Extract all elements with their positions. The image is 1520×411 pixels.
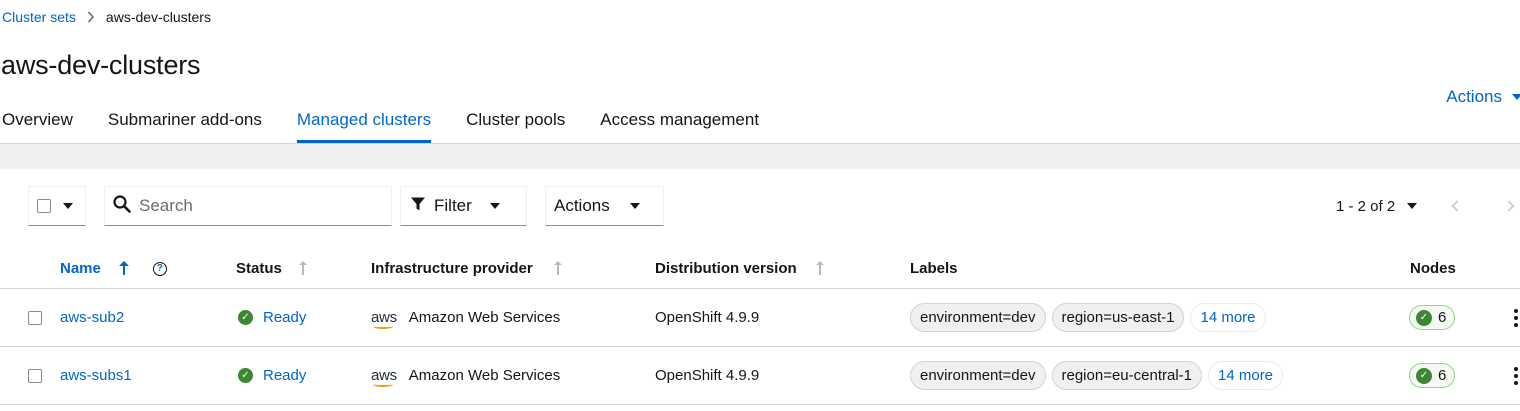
caret-down-icon[interactable]: [1407, 203, 1418, 209]
aws-logo-icon: aws: [371, 309, 397, 329]
cluster-name-link[interactable]: aws-subs1: [60, 367, 132, 384]
sort-icon: [298, 260, 308, 277]
more-labels-button[interactable]: 14 more: [1208, 361, 1284, 390]
aws-logo-icon: aws: [371, 367, 397, 387]
tab-access-management[interactable]: Access management: [600, 100, 759, 144]
header-actions-dropdown[interactable]: Actions: [1446, 87, 1520, 107]
column-distribution-version[interactable]: Distribution version: [655, 260, 825, 277]
select-all-checkbox[interactable]: [37, 199, 51, 213]
cluster-name-link[interactable]: aws-sub2: [60, 309, 124, 326]
section-divider: [0, 143, 1520, 169]
table-row: aws-subs1 ✓ Ready aws Amazon Web Service…: [0, 347, 1520, 405]
check-circle-icon: ✓: [238, 310, 253, 325]
column-nodes: Nodes: [1410, 260, 1456, 277]
kebab-icon[interactable]: [1514, 308, 1518, 327]
nodes-count: 6: [1438, 367, 1447, 384]
tab-submariner-add-ons[interactable]: Submariner add-ons: [108, 100, 262, 144]
filter-label: Filter: [434, 196, 472, 215]
column-status[interactable]: Status: [236, 260, 308, 277]
pagination-count[interactable]: 1 - 2 of 2: [1336, 198, 1395, 215]
clusters-table: Name ? Status Infrastructure provider Di…: [0, 250, 1520, 405]
filter-icon: [410, 196, 426, 217]
column-provider-label: Infrastructure provider: [371, 260, 533, 277]
breadcrumb: Cluster sets aws-dev-clusters: [2, 9, 211, 25]
page-title: aws-dev-clusters: [1, 50, 201, 80]
pagination: 1 - 2 of 2: [1336, 186, 1515, 226]
nodes-badge[interactable]: ✓ 6: [1409, 305, 1456, 330]
search-box: [104, 186, 392, 226]
check-circle-icon: ✓: [1416, 367, 1432, 384]
previous-page-icon[interactable]: [1451, 200, 1463, 212]
search-icon: [113, 194, 131, 218]
actions-dropdown[interactable]: Actions: [545, 186, 664, 226]
label-chip: environment=dev: [910, 303, 1046, 332]
sort-ascending-icon: [118, 260, 129, 277]
check-circle-icon: ✓: [238, 368, 253, 383]
toolbar: Filter Actions 1 - 2 of 2: [0, 186, 1520, 226]
provider-cell: aws Amazon Web Services: [371, 347, 560, 404]
search-input[interactable]: [139, 196, 369, 216]
column-nodes-label: Nodes: [1410, 260, 1456, 277]
more-labels-button[interactable]: 14 more: [1190, 303, 1266, 332]
status-link[interactable]: Ready: [263, 309, 306, 326]
table-header: Name ? Status Infrastructure provider Di…: [0, 250, 1520, 289]
distribution-version: OpenShift 4.9.9: [655, 309, 760, 326]
nodes-count: 6: [1438, 309, 1447, 326]
caret-down-icon: [1512, 94, 1520, 100]
tab-cluster-pools[interactable]: Cluster pools: [466, 100, 565, 144]
status-cell: ✓ Ready: [238, 289, 306, 346]
column-name[interactable]: Name ?: [60, 260, 167, 277]
caret-down-icon: [489, 203, 500, 209]
tabs: Overview Submariner add-ons Managed clus…: [2, 100, 794, 144]
table-row: aws-sub2 ✓ Ready aws Amazon Web Services…: [0, 289, 1520, 347]
column-name-label: Name: [60, 260, 101, 277]
label-chip: region=us-east-1: [1051, 303, 1185, 332]
provider-name: Amazon Web Services: [408, 309, 561, 326]
tab-managed-clusters[interactable]: Managed clusters: [296, 100, 432, 144]
actions-label: Actions: [554, 196, 610, 215]
column-status-label: Status: [236, 260, 282, 277]
status-cell: ✓ Ready: [238, 347, 306, 404]
kebab-icon[interactable]: [1514, 366, 1518, 385]
label-chip: region=eu-central-1: [1051, 361, 1202, 390]
check-circle-icon: ✓: [1416, 309, 1432, 326]
chevron-right-icon: [87, 11, 95, 23]
row-select: [28, 289, 42, 346]
labels-cell: environment=dev region=us-east-1 14 more: [910, 289, 1266, 346]
label-chip: environment=dev: [910, 361, 1046, 390]
breadcrumb-cluster-sets[interactable]: Cluster sets: [2, 9, 76, 25]
sort-icon: [553, 260, 563, 277]
tab-overview[interactable]: Overview: [2, 100, 73, 144]
status-link[interactable]: Ready: [263, 367, 306, 384]
column-labels: Labels: [910, 260, 958, 277]
column-labels-label: Labels: [910, 260, 958, 277]
column-infrastructure-provider[interactable]: Infrastructure provider: [371, 260, 563, 277]
caret-down-icon: [63, 203, 73, 209]
row-select: [28, 347, 42, 404]
sort-icon: [815, 260, 825, 277]
nodes-badge[interactable]: ✓ 6: [1409, 363, 1456, 388]
help-icon[interactable]: ?: [152, 261, 167, 276]
row-checkbox[interactable]: [28, 310, 42, 325]
bulk-select-dropdown[interactable]: [28, 186, 86, 226]
row-checkbox[interactable]: [28, 368, 42, 383]
column-version-label: Distribution version: [655, 260, 797, 277]
header-actions-label: Actions: [1446, 87, 1502, 106]
provider-cell: aws Amazon Web Services: [371, 289, 560, 346]
filter-dropdown[interactable]: Filter: [400, 186, 527, 226]
breadcrumb-current: aws-dev-clusters: [105, 9, 211, 25]
provider-name: Amazon Web Services: [408, 367, 561, 384]
distribution-version: OpenShift 4.9.9: [655, 367, 760, 384]
labels-cell: environment=dev region=eu-central-1 14 m…: [910, 347, 1284, 404]
caret-down-icon: [629, 203, 640, 209]
next-page-icon[interactable]: [1503, 200, 1515, 212]
